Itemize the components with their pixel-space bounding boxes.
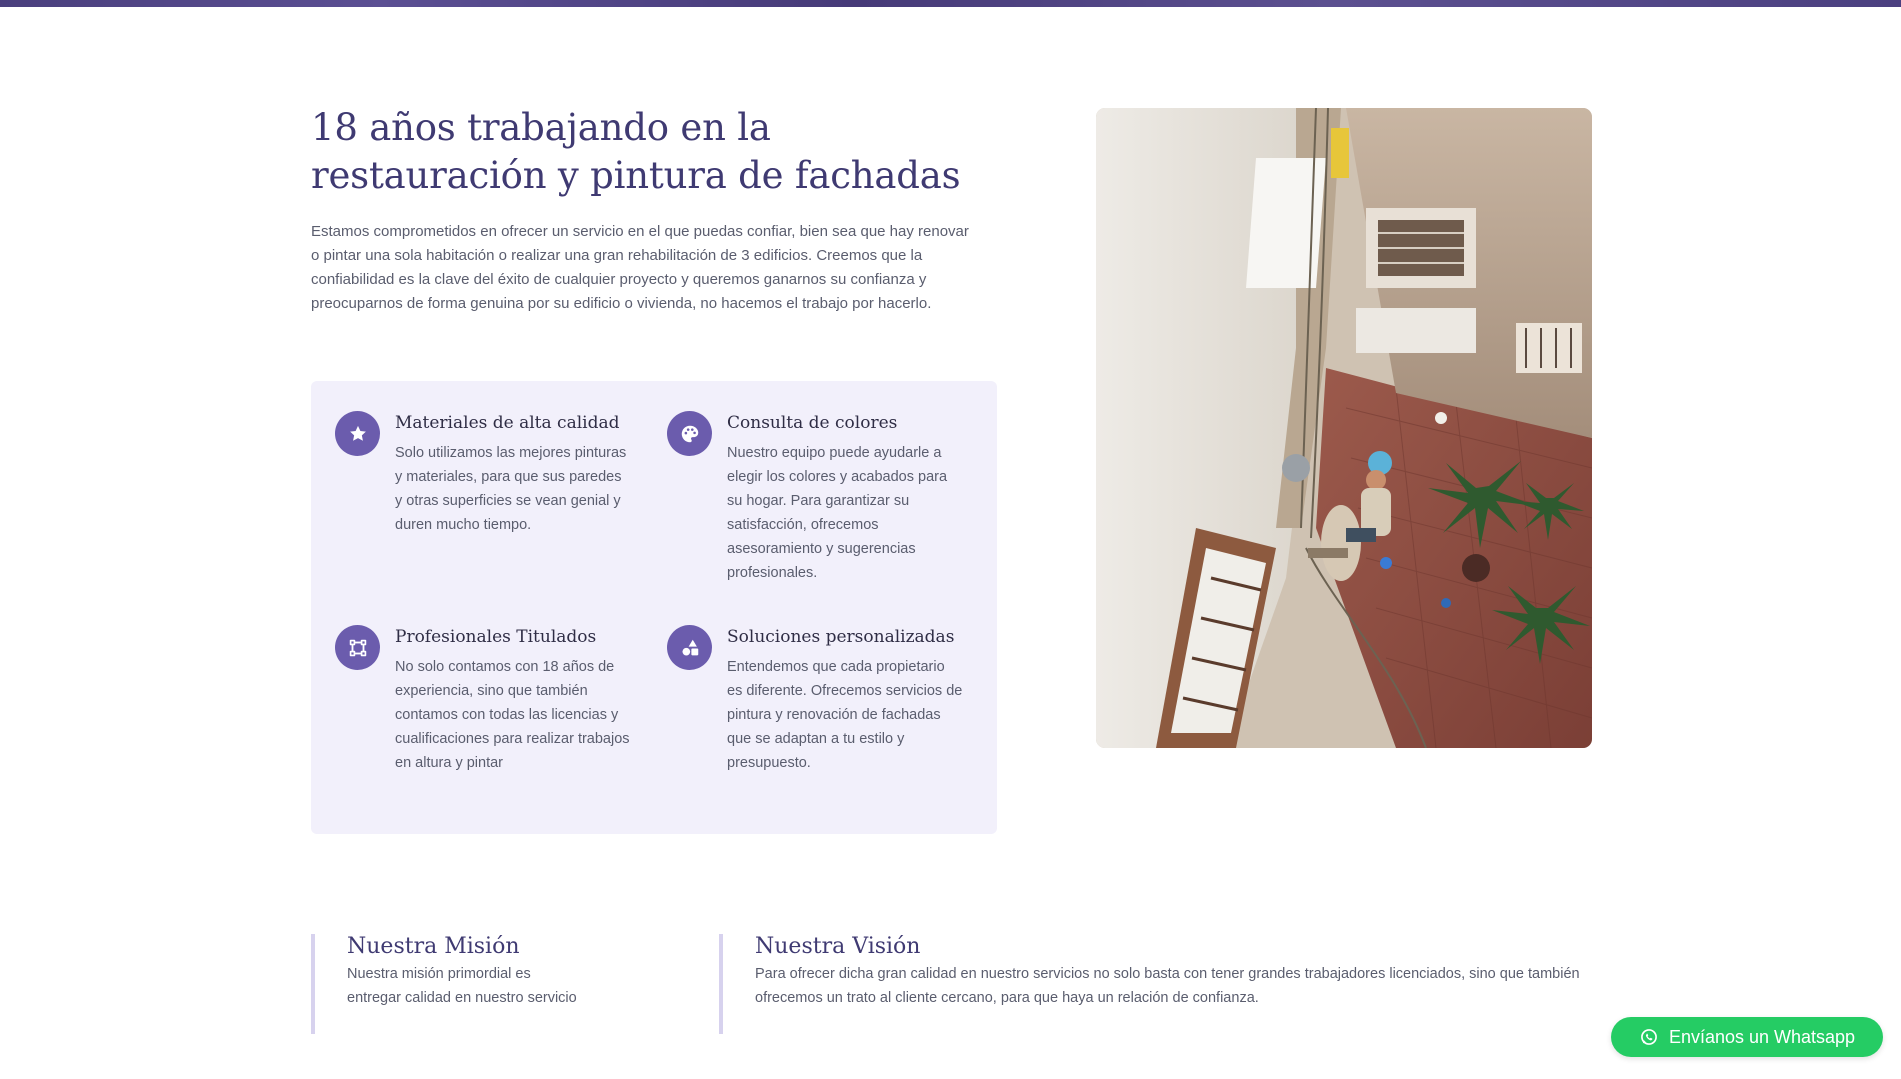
top-banner-strip <box>0 0 1901 7</box>
section-heading: 18 años trabajando en la restauración y … <box>311 106 961 197</box>
feature-title: Soluciones personalizadas <box>727 627 955 647</box>
vision-text: Para ofrecer dicha gran calidad en nuest… <box>755 966 1580 1006</box>
feature-title: Materiales de alta calidad <box>395 413 620 433</box>
feature-text: Solo utilizamos las mejores pinturas y m… <box>395 445 627 533</box>
feature-title: Profesionales Titulados <box>395 627 597 647</box>
whatsapp-label: Envíanos un Whatsapp <box>1668 1026 1856 1047</box>
intro-paragraph: Estamos comprometidos en ofrecer un serv… <box>311 223 969 312</box>
features-panel: Materiales de alta calidad Solo utilizam… <box>311 381 997 834</box>
palette-icon <box>667 411 712 456</box>
vector-square-icon <box>335 625 380 670</box>
whatsapp-icon <box>1641 1029 1657 1045</box>
vision-block: Nuestra Visión Para ofrecer dicha gran c… <box>719 934 1580 1034</box>
facade-worker-photo <box>1096 108 1592 748</box>
feature-text: Nuestro equipo puede ayudarle a elegir l… <box>727 445 948 581</box>
mission-title: Nuestra Misión <box>347 934 520 959</box>
mission-block: Nuestra Misión Nuestra misión primordial… <box>311 934 577 1034</box>
feature-title: Consulta de colores <box>727 413 898 433</box>
star-icon <box>335 411 380 456</box>
feature-text: Entendemos que cada propietario es difer… <box>727 659 963 771</box>
vision-title: Nuestra Visión <box>755 934 921 959</box>
shapes-icon <box>667 625 712 670</box>
whatsapp-button[interactable]: Envíanos un Whatsapp <box>1611 1017 1883 1057</box>
mission-text: Nuestra misión primordial es entregar ca… <box>347 966 577 1006</box>
feature-text: No solo contamos con 18 años de experien… <box>395 659 630 771</box>
